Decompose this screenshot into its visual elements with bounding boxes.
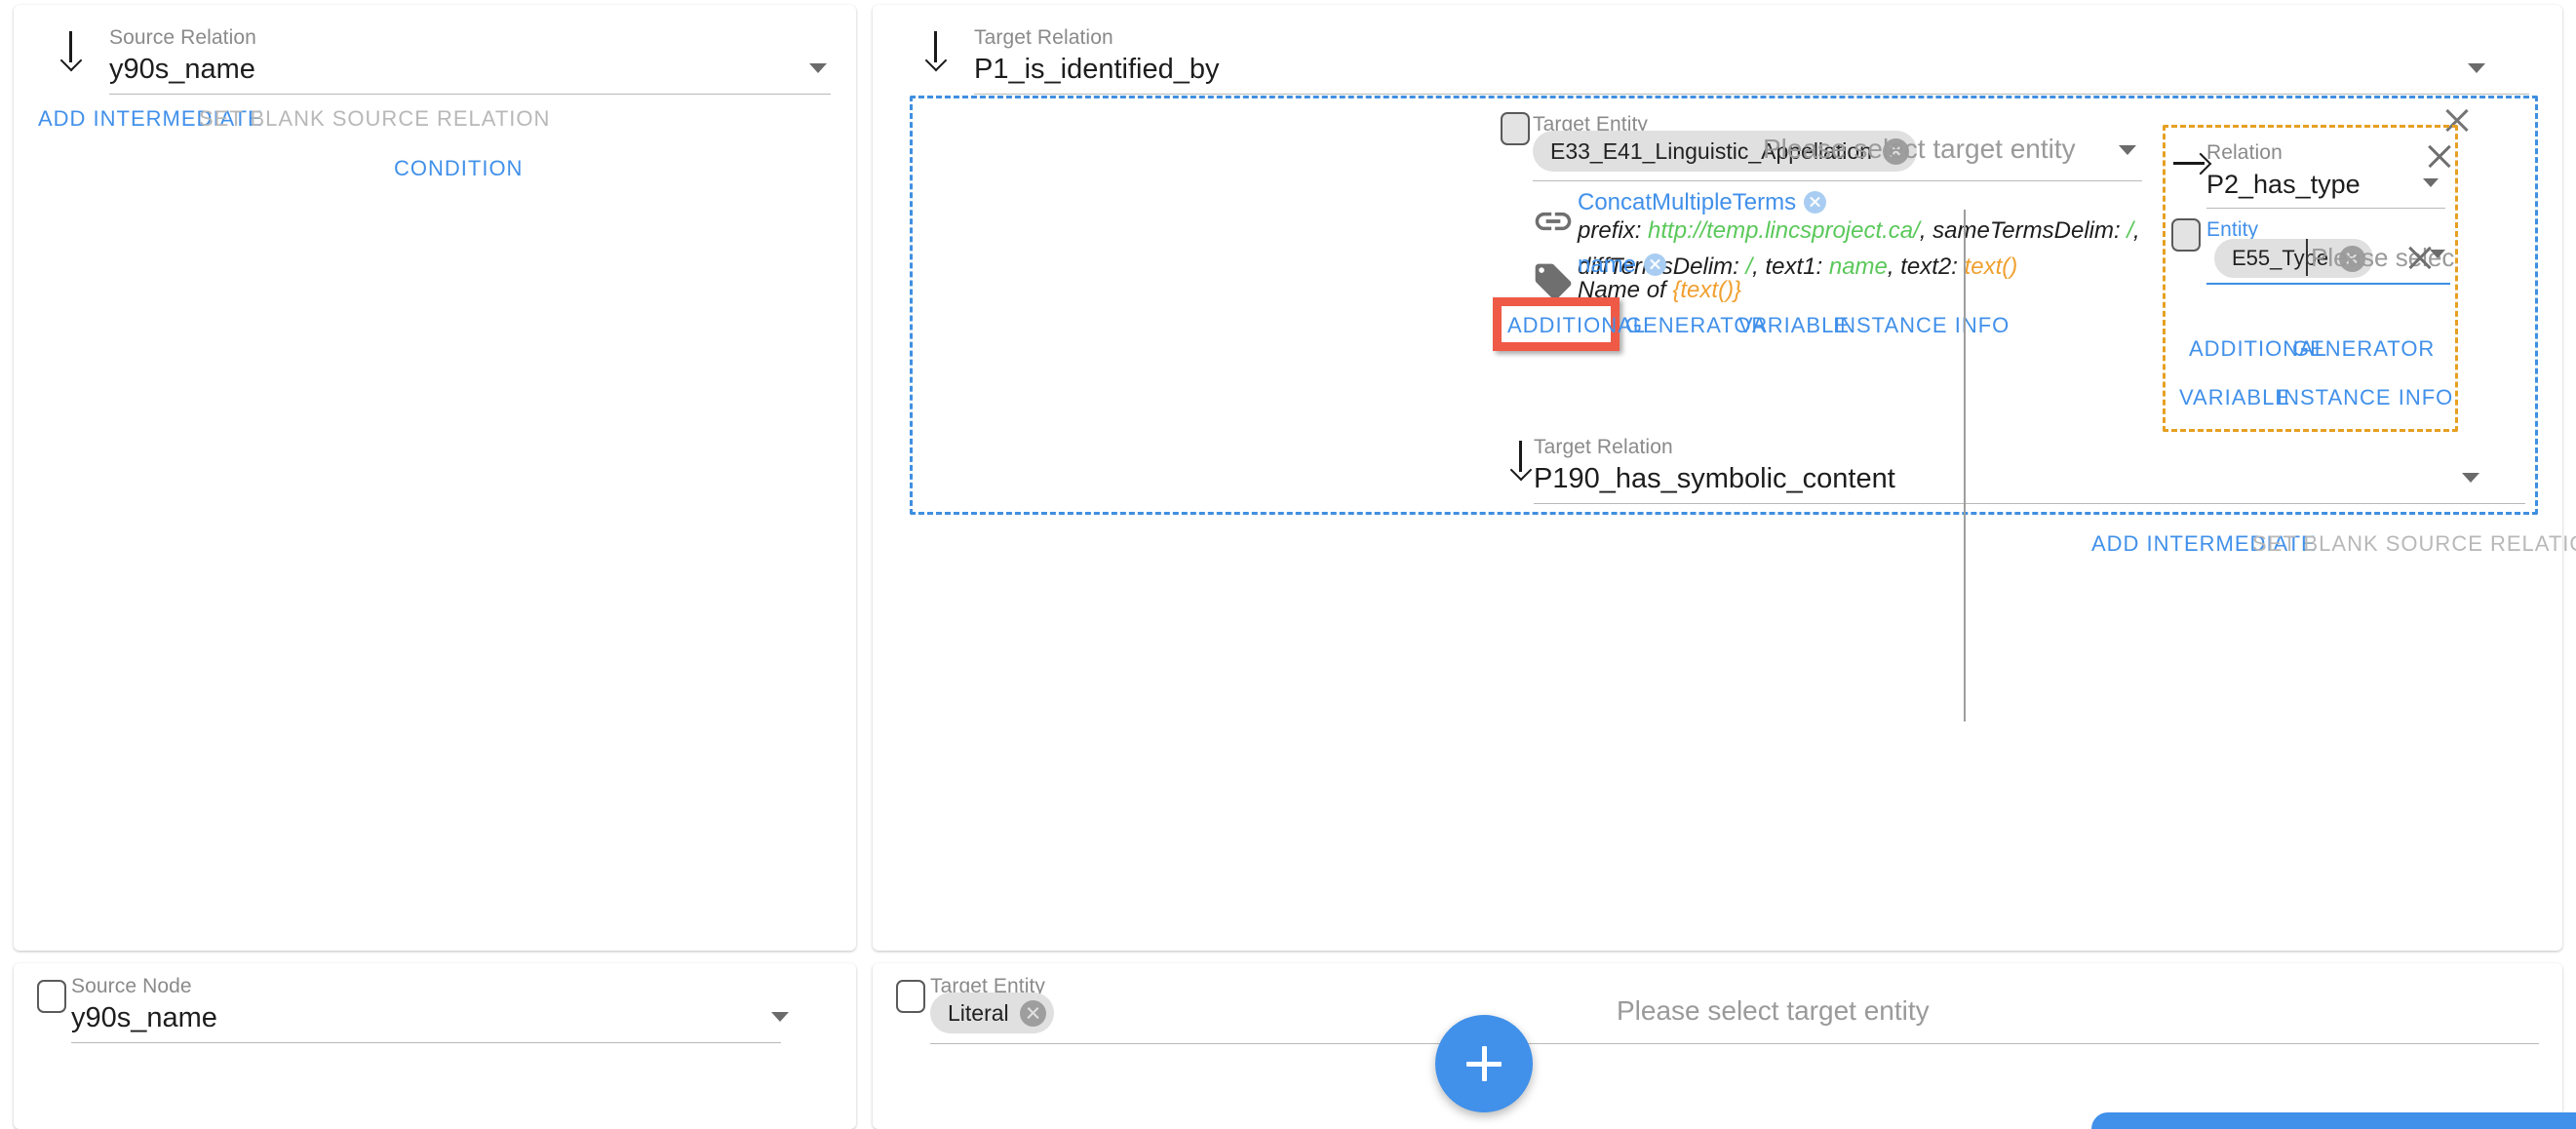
literal-chip[interactable]: Literal	[930, 993, 1054, 1033]
nested-target-relation-field[interactable]: Target Relation P190_has_symbolic_conten…	[1534, 436, 2525, 504]
orange-generator-button[interactable]: GENERATOR	[2292, 336, 2435, 362]
down-arrow-icon	[1506, 441, 1534, 480]
source-node-checkbox[interactable]	[37, 980, 66, 1013]
target-entity-checkbox[interactable]	[1501, 112, 1530, 145]
nested-target-relation-label: Target Relation	[1534, 436, 2525, 459]
source-node-card: Source Node y90s_name	[14, 963, 856, 1129]
source-node-label: Source Node	[71, 975, 812, 998]
entity-checkbox[interactable]	[2171, 218, 2201, 252]
generator-name[interactable]: ConcatMultipleTerms	[1578, 189, 1796, 215]
generator-param-segment: /	[2127, 217, 2133, 244]
target-relation-underline	[974, 94, 2529, 95]
instance-info-description-value: {text()}	[1672, 277, 1741, 303]
relation-field[interactable]: Relation P2_has_type	[2206, 141, 2450, 209]
nested-target-relation-value: P190_has_symbolic_content	[1534, 459, 2525, 498]
source-relation-underline	[109, 94, 831, 95]
condition-button[interactable]: CONDITION	[394, 156, 523, 181]
chevron-down-icon[interactable]	[771, 1012, 789, 1022]
chevron-down-icon[interactable]	[809, 63, 827, 73]
target-entity-underline	[1533, 180, 2142, 181]
entity-clear-icon[interactable]	[2405, 243, 2429, 266]
literal-chip-remove-icon[interactable]	[1020, 1000, 1046, 1027]
literal-target-entity-underline	[930, 1043, 2539, 1044]
source-relation-field[interactable]: Source Relation y90s_name	[109, 26, 831, 95]
panel-divider	[1964, 210, 1966, 721]
target-relation-value: P1_is_identified_by	[974, 50, 2529, 89]
nested-target-relation-underline	[1534, 503, 2525, 504]
entity-text-caret	[2306, 239, 2308, 276]
orange-instance-info-button[interactable]: INSTANCE INFO	[2277, 385, 2453, 410]
generator-remove-icon[interactable]	[1804, 191, 1826, 214]
generator-param-segment: , text1:	[1752, 253, 1829, 280]
down-arrow-icon	[57, 31, 84, 70]
target-relation-field[interactable]: Target Relation P1_is_identified_by	[974, 26, 2529, 95]
chevron-down-icon[interactable]	[2462, 473, 2479, 483]
relation-underline	[2206, 208, 2445, 209]
target-relation-label: Target Relation	[974, 26, 2529, 50]
footer-set-blank-source-relation-button[interactable]: SET BLANK SOURCE RELATION	[2252, 531, 2576, 557]
app-root: Source Relation y90s_name ADD INTERMEDIA…	[0, 0, 2576, 1129]
literal-target-entity-placeholder[interactable]: Please select target entity	[1617, 992, 1930, 1031]
source-relation-label: Source Relation	[109, 26, 831, 50]
source-node-value: y90s_name	[71, 998, 812, 1037]
generator-param-segment: http://temp.lincsproject.ca/	[1648, 217, 1920, 244]
source-relation-card: Source Relation y90s_name ADD INTERMEDIA…	[14, 5, 856, 951]
link-icon	[1532, 200, 1575, 243]
generator-param-segment: prefix:	[1578, 217, 1648, 244]
down-arrow-icon	[921, 31, 949, 70]
bottom-progress-bar	[2091, 1112, 2576, 1129]
chevron-down-icon[interactable]	[2430, 250, 2445, 258]
source-relation-value: y90s_name	[109, 50, 831, 89]
source-node-underline	[71, 1042, 781, 1043]
generator-param-segment: name	[1829, 253, 1888, 280]
orange-variable-button[interactable]: VARIABLE	[2179, 385, 2290, 410]
relation-value: P2_has_type	[2206, 165, 2450, 204]
literal-target-entity-checkbox[interactable]	[896, 980, 925, 1013]
instance-info-button[interactable]: INSTANCE INFO	[1833, 313, 2010, 338]
target-entity-placeholder[interactable]: Please select target entity	[1763, 130, 2076, 169]
generator-param-segment: text()	[1965, 253, 2018, 280]
set-blank-source-relation-button[interactable]: SET BLANK SOURCE RELATION	[199, 106, 550, 132]
literal-chip-label: Literal	[948, 1000, 1009, 1027]
target-relation-card: Target Relation P1_is_identified_by Targ…	[873, 5, 2562, 951]
source-node-field[interactable]: Source Node y90s_name	[71, 975, 812, 1043]
relation-label: Relation	[2206, 141, 2450, 165]
literal-target-entity-card: Target Entity Literal Please select targ…	[873, 963, 2562, 1129]
generator-param-segment: , text2:	[1888, 253, 1965, 280]
entity-underline	[2206, 283, 2450, 285]
generator-param-segment: , sameTermsDelim:	[1920, 217, 2127, 244]
chevron-down-icon[interactable]	[2119, 145, 2136, 155]
add-fab-button[interactable]	[1435, 1015, 1533, 1112]
chevron-down-icon[interactable]	[2468, 63, 2485, 73]
chevron-down-icon[interactable]	[2423, 178, 2439, 187]
